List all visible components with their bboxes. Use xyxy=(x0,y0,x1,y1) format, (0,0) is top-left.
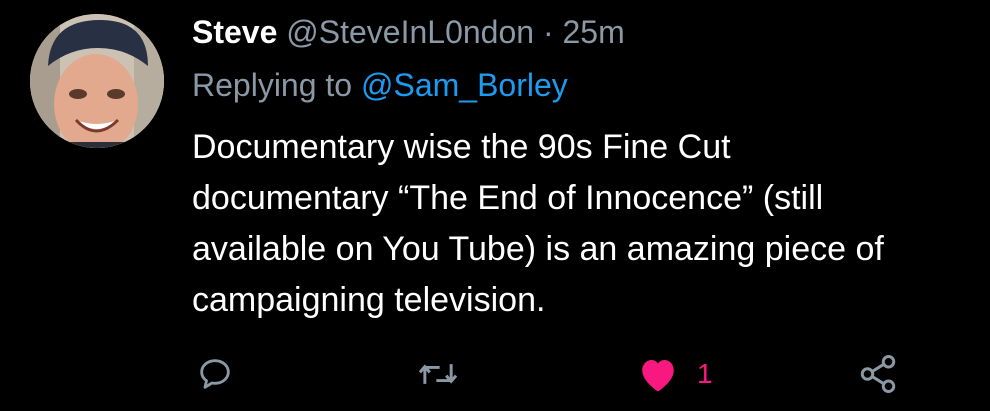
share-nodes-icon xyxy=(857,353,899,395)
timestamp[interactable]: 25m xyxy=(563,14,625,50)
reply-button[interactable] xyxy=(195,352,235,396)
tweet-header: Steve @SteveInL0ndon · 25m xyxy=(192,10,625,54)
retweet-button[interactable] xyxy=(415,352,461,396)
like-count: 1 xyxy=(697,358,713,389)
share-button[interactable] xyxy=(857,352,899,396)
separator-dot: · xyxy=(542,14,554,50)
tweet[interactable]: Steve @SteveInL0ndon · 25m Replying to @… xyxy=(0,0,990,411)
speech-bubble-icon xyxy=(195,354,235,394)
replying-to-line: Replying to @Sam_Borley xyxy=(192,63,568,107)
tweet-text: Documentary wise the 90s Fine Cut docume… xyxy=(192,128,884,319)
avatar[interactable] xyxy=(30,14,164,148)
retweet-arrows-icon xyxy=(415,354,461,394)
reply-mention-link[interactable]: @Sam_Borley xyxy=(361,67,568,103)
replying-to-label: Replying to xyxy=(192,67,353,103)
author-name[interactable]: Steve xyxy=(192,14,277,50)
heart-icon xyxy=(637,354,679,394)
like-button[interactable]: 1 xyxy=(637,352,713,396)
author-handle[interactable]: @SteveInL0ndon xyxy=(286,14,534,50)
